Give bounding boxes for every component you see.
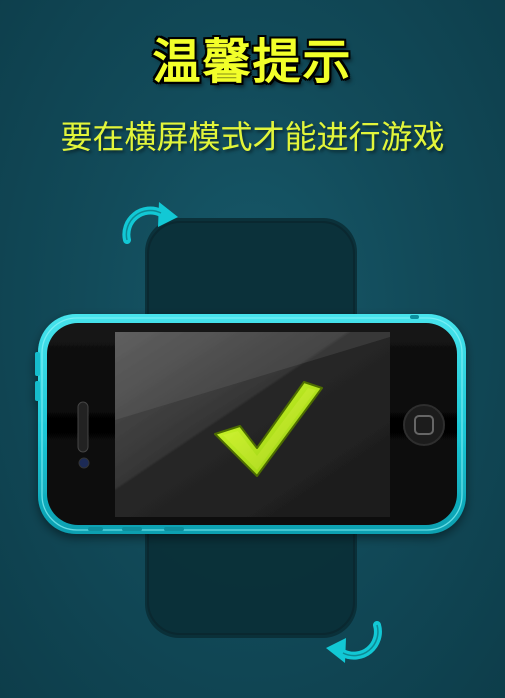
orientation-warning-screen: 温馨提示 要在横屏模式才能进行游戏: [0, 0, 505, 698]
home-button-icon: [403, 404, 445, 446]
landscape-phone: [35, 314, 466, 534]
rotation-illustration: [35, 202, 466, 663]
